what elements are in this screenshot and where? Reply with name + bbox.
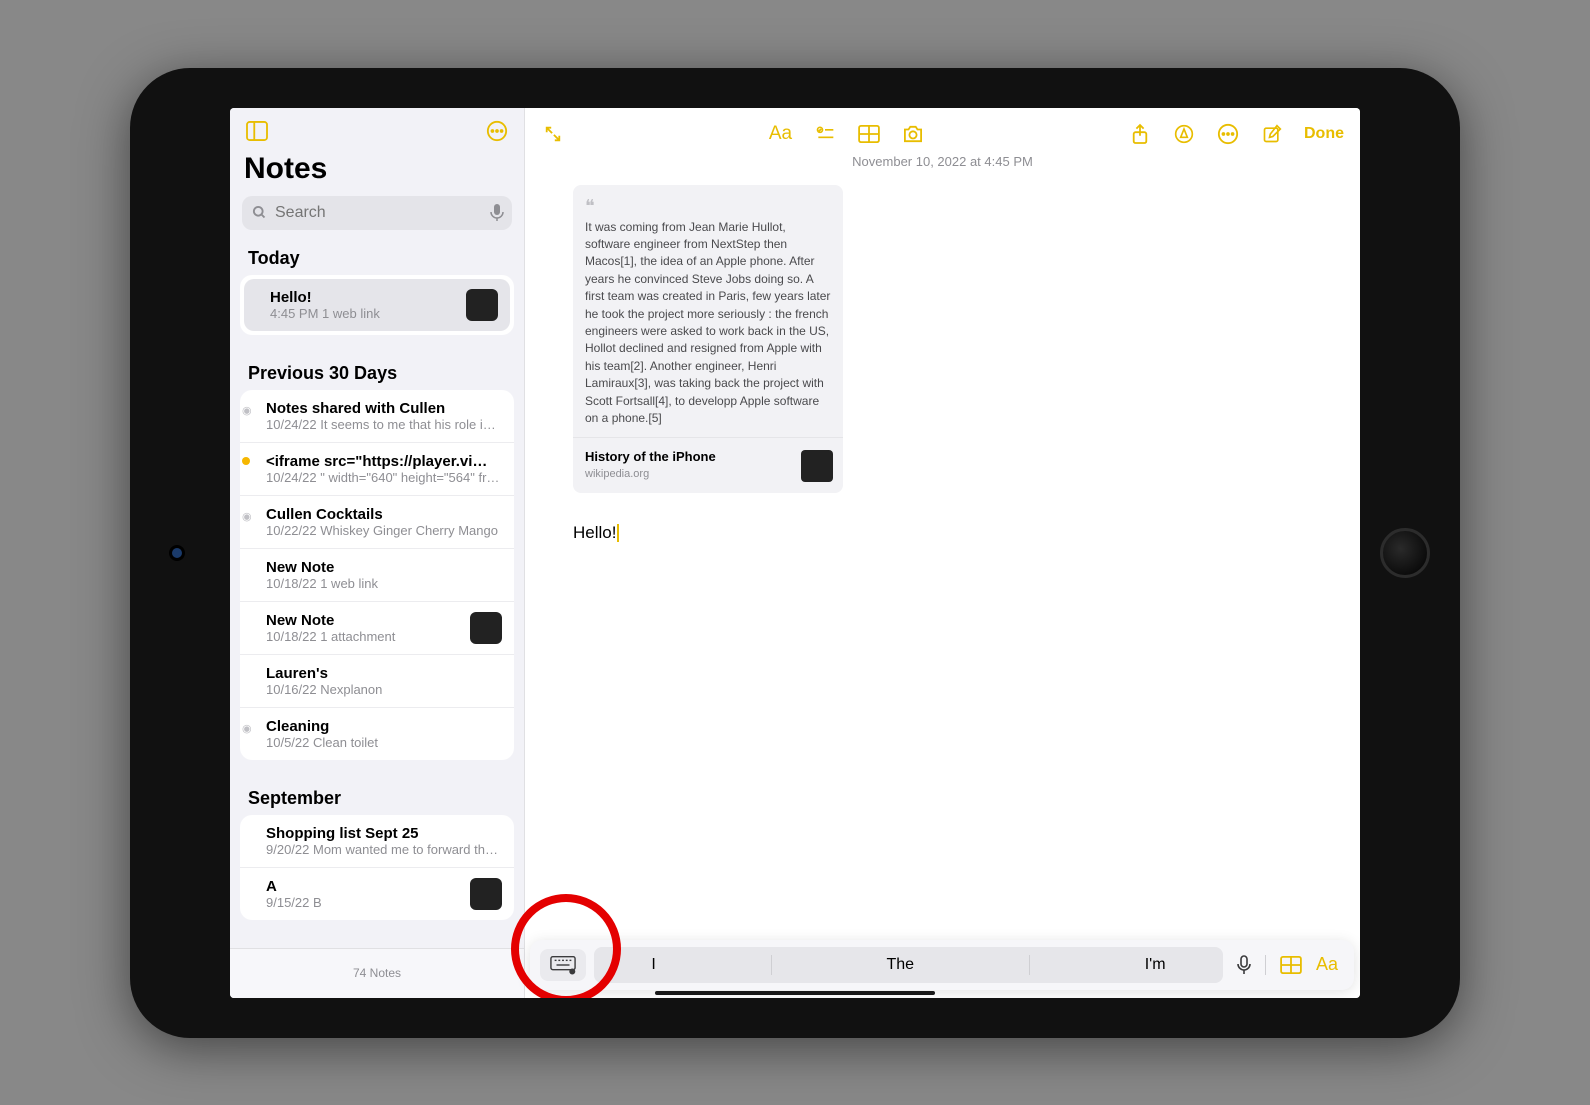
suggestions-bar: I The I'm [594, 947, 1223, 983]
note-row[interactable]: New Note10/18/22 1 web link [240, 549, 514, 602]
done-button[interactable]: Done [1304, 125, 1344, 143]
note-thumbnail [470, 878, 502, 910]
ipad-frame: Notes TodayHello!4:45 PM 1 web linkPrevi… [130, 68, 1460, 1038]
note-thumbnail [470, 612, 502, 644]
section-header: Previous 30 Days [240, 353, 514, 390]
link-chip[interactable]: History of the iPhone wikipedia.org [573, 437, 843, 493]
more-icon[interactable] [484, 118, 510, 144]
note-subtitle: 4:45 PM 1 web link [270, 306, 496, 321]
note-row[interactable]: ◉ Notes shared with Cullen10/24/22 It see… [240, 390, 514, 443]
note-subtitle: 10/18/22 1 web link [266, 576, 500, 591]
search-field[interactable] [242, 196, 512, 230]
editor-toolbar: Aa [525, 108, 1360, 152]
note-subtitle: 9/15/22 B [266, 895, 500, 910]
suggestion-1[interactable]: I [651, 956, 655, 974]
notes-list[interactable]: Today Hello!4:45 PM 1 web link Previous 30… [230, 238, 524, 948]
search-input[interactable] [273, 203, 484, 223]
link-thumbnail [801, 450, 833, 482]
shared-icon: ◉ [242, 404, 252, 417]
text-format-button[interactable]: Aa [1316, 954, 1338, 975]
fullscreen-icon[interactable] [541, 122, 565, 146]
dictate-icon[interactable] [490, 204, 504, 222]
home-button[interactable] [1380, 528, 1430, 578]
sidebar-footer: 74 Notes [230, 948, 524, 998]
note-row[interactable]: New Note10/18/22 1 attachment [240, 602, 514, 655]
link-source: wikipedia.org [585, 467, 716, 483]
note-title: New Note [266, 612, 500, 629]
share-icon[interactable] [1128, 122, 1152, 146]
unsynced-dot-icon [242, 457, 250, 465]
note-subtitle: 10/5/22 Clean toilet [266, 735, 500, 750]
table-insert-icon[interactable] [1280, 956, 1302, 974]
search-icon [252, 205, 267, 220]
note-thumbnail [466, 289, 498, 321]
dictate-button[interactable] [1237, 955, 1251, 975]
note-subtitle: 10/18/22 1 attachment [266, 629, 500, 644]
note-title: Cleaning [266, 718, 500, 735]
note-body[interactable]: ❝ It was coming from Jean Marie Hullot, … [525, 169, 1360, 998]
table-icon[interactable] [857, 122, 881, 146]
suggestion-divider [771, 955, 772, 975]
note-subtitle: 10/24/22 " width="640" height="564" fra… [266, 470, 500, 485]
markup-icon[interactable] [1172, 122, 1196, 146]
text-cursor [617, 524, 619, 542]
note-row[interactable]: Lauren's10/16/22 Nexplanon [240, 655, 514, 708]
link-excerpt: It was coming from Jean Marie Hullot, so… [573, 219, 843, 438]
note-title: Hello! [270, 289, 496, 306]
note-title: New Note [266, 559, 500, 576]
more-actions-icon[interactable] [1216, 122, 1240, 146]
note-subtitle: 9/20/22 Mom wanted me to forward this… [266, 842, 500, 857]
home-indicator[interactable] [655, 991, 935, 995]
front-camera [172, 548, 182, 558]
compose-icon[interactable] [1260, 122, 1284, 146]
suggestion-2[interactable]: The [886, 956, 914, 974]
screen: Notes TodayHello!4:45 PM 1 web linkPrevi… [230, 108, 1360, 998]
checklist-icon[interactable] [813, 122, 837, 146]
note-title: Shopping list Sept 25 [266, 825, 500, 842]
note-editor: Aa [525, 108, 1360, 998]
note-row[interactable]: Hello!4:45 PM 1 web link [244, 279, 510, 331]
note-title: A [266, 878, 500, 895]
note-title: Lauren's [266, 665, 500, 682]
keyboard-shortcut-bar: I The I'm Aa [530, 940, 1354, 990]
note-title: <iframe src="https://player.vimeo.c… [266, 453, 500, 470]
note-row[interactable]: <iframe src="https://player.vimeo.c…10/2… [240, 443, 514, 496]
shared-icon: ◉ [242, 722, 252, 735]
notes-sidebar: Notes Today Hello!4:45 PM 1 web link Previ… [230, 108, 525, 998]
link-preview[interactable]: ❝ It was coming from Jean Marie Hullot, … [573, 185, 843, 494]
divider [1265, 955, 1266, 975]
notes-section-card: Shopping list Sept 259/20/22 Mom wanted … [240, 815, 514, 920]
notes-section-card: Hello!4:45 PM 1 web link [240, 275, 514, 335]
note-title: Notes shared with Cullen [266, 400, 500, 417]
note-title: Cullen Cocktails [266, 506, 500, 523]
note-row[interactable]: ◉ Cullen Cocktails10/22/22 Whiskey Ginger… [240, 496, 514, 549]
note-subtitle: 10/22/22 Whiskey Ginger Cherry Mango [266, 523, 500, 538]
notes-section-card: ◉ Notes shared with Cullen10/24/22 It see… [240, 390, 514, 760]
keyboard-toggle-button[interactable] [540, 949, 586, 981]
camera-icon[interactable] [901, 122, 925, 146]
note-row[interactable]: Shopping list Sept 259/20/22 Mom wanted … [240, 815, 514, 868]
note-row[interactable]: A9/15/22 B [240, 868, 514, 920]
note-text-content[interactable]: Hello! [573, 523, 1312, 543]
shared-icon: ◉ [242, 510, 252, 523]
note-subtitle: 10/24/22 It seems to me that his role in… [266, 417, 500, 432]
note-subtitle: 10/16/22 Nexplanon [266, 682, 500, 697]
page-title: Notes [230, 144, 524, 192]
suggestion-divider [1029, 955, 1030, 975]
text-format-icon[interactable]: Aa [769, 122, 793, 146]
suggestion-3[interactable]: I'm [1145, 956, 1166, 974]
folders-icon[interactable] [244, 118, 270, 144]
link-title: History of the iPhone [585, 448, 716, 467]
note-row[interactable]: ◉ Cleaning10/5/22 Clean toilet [240, 708, 514, 760]
note-timestamp: November 10, 2022 at 4:45 PM [525, 154, 1360, 169]
section-header: Today [240, 238, 514, 275]
quote-icon: ❝ [573, 185, 843, 219]
section-header: September [240, 778, 514, 815]
